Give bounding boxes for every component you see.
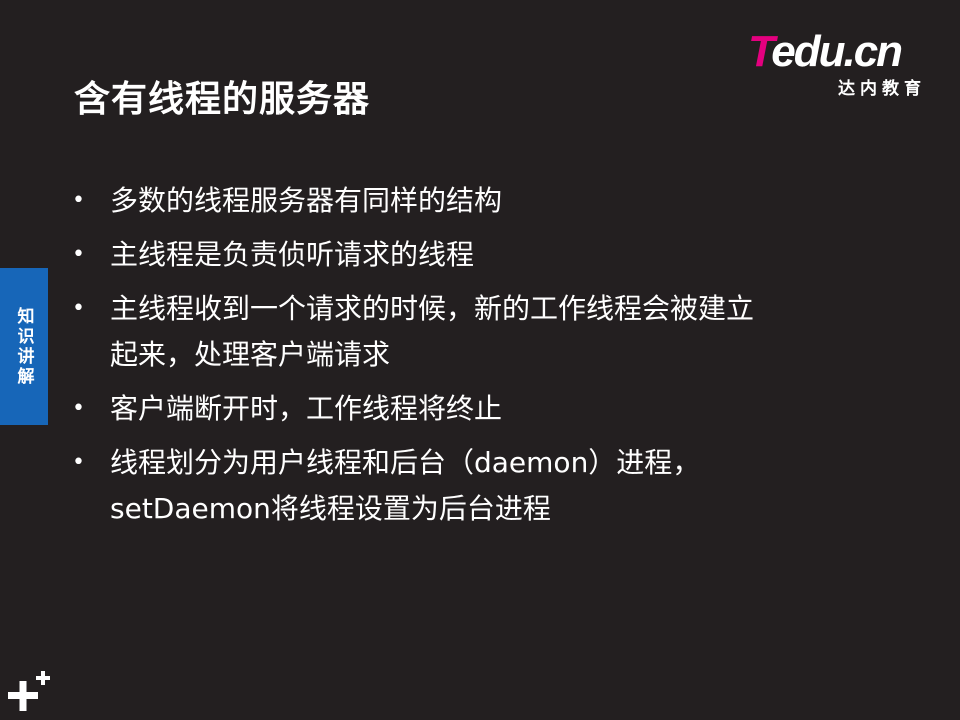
bullet-text: 主线程是负责侦听请求的线程 bbox=[110, 232, 872, 278]
plus-icon bbox=[8, 671, 50, 711]
bullet-list: • 多数的线程服务器有同样的结构 • 主线程是负责侦听请求的线程 • 主线程收到… bbox=[72, 178, 872, 540]
bullet-line: 主线程收到一个请求的时候，新的工作线程会被建立 bbox=[110, 292, 755, 325]
slide: 含有线程的服务器 Tedu.cn 达内教育 知识讲解 • 多数的线程服务器有同样… bbox=[0, 0, 960, 720]
bullet-dot-icon: • bbox=[72, 296, 85, 321]
logo-wordmark: Tedu.cn bbox=[748, 27, 903, 76]
bullet-line: setDaemon将线程设置为后台进程 bbox=[110, 492, 551, 525]
tedu-logo: Tedu.cn 达内教育 bbox=[748, 27, 928, 100]
bullet-item: • 多数的线程服务器有同样的结构 bbox=[72, 178, 872, 224]
bullet-item: • 主线程收到一个请求的时候，新的工作线程会被建立 起来，处理客户端请求 bbox=[72, 286, 872, 378]
bullet-item: • 客户端断开时，工作线程将终止 bbox=[72, 386, 872, 432]
bullet-dot-icon: • bbox=[72, 242, 85, 267]
logo-wordmark-first: T bbox=[748, 27, 773, 76]
slide-title: 含有线程的服务器 bbox=[74, 79, 371, 120]
bullet-line: 线程划分为用户线程和后台（daemon）进程， bbox=[110, 446, 701, 479]
bullet-line: 起来，处理客户端请求 bbox=[110, 338, 391, 371]
logo-subtitle: 达内教育 bbox=[838, 79, 926, 99]
bullet-line: 主线程是负责侦听请求的线程 bbox=[110, 238, 475, 271]
bullet-text: 多数的线程服务器有同样的结构 bbox=[110, 178, 872, 224]
bullet-item: • 主线程是负责侦听请求的线程 bbox=[72, 232, 872, 278]
bullet-item: • 线程划分为用户线程和后台（daemon）进程， setDaemon将线程设置… bbox=[72, 440, 872, 532]
section-tab-label: 知识讲解 bbox=[13, 306, 34, 387]
logo-wordmark-rest: edu.cn bbox=[771, 27, 903, 76]
bullet-text: 客户端断开时，工作线程将终止 bbox=[110, 386, 872, 432]
section-tab: 知识讲解 bbox=[0, 268, 48, 425]
bullet-dot-icon: • bbox=[72, 396, 85, 421]
bullet-text: 主线程收到一个请求的时候，新的工作线程会被建立 起来，处理客户端请求 bbox=[110, 286, 872, 378]
bullet-line: 客户端断开时，工作线程将终止 bbox=[110, 392, 503, 425]
bullet-dot-icon: • bbox=[72, 450, 85, 475]
bullet-dot-icon: • bbox=[72, 188, 85, 213]
bullet-line: 多数的线程服务器有同样的结构 bbox=[110, 184, 503, 217]
bullet-text: 线程划分为用户线程和后台（daemon）进程， setDaemon将线程设置为后… bbox=[110, 440, 872, 532]
